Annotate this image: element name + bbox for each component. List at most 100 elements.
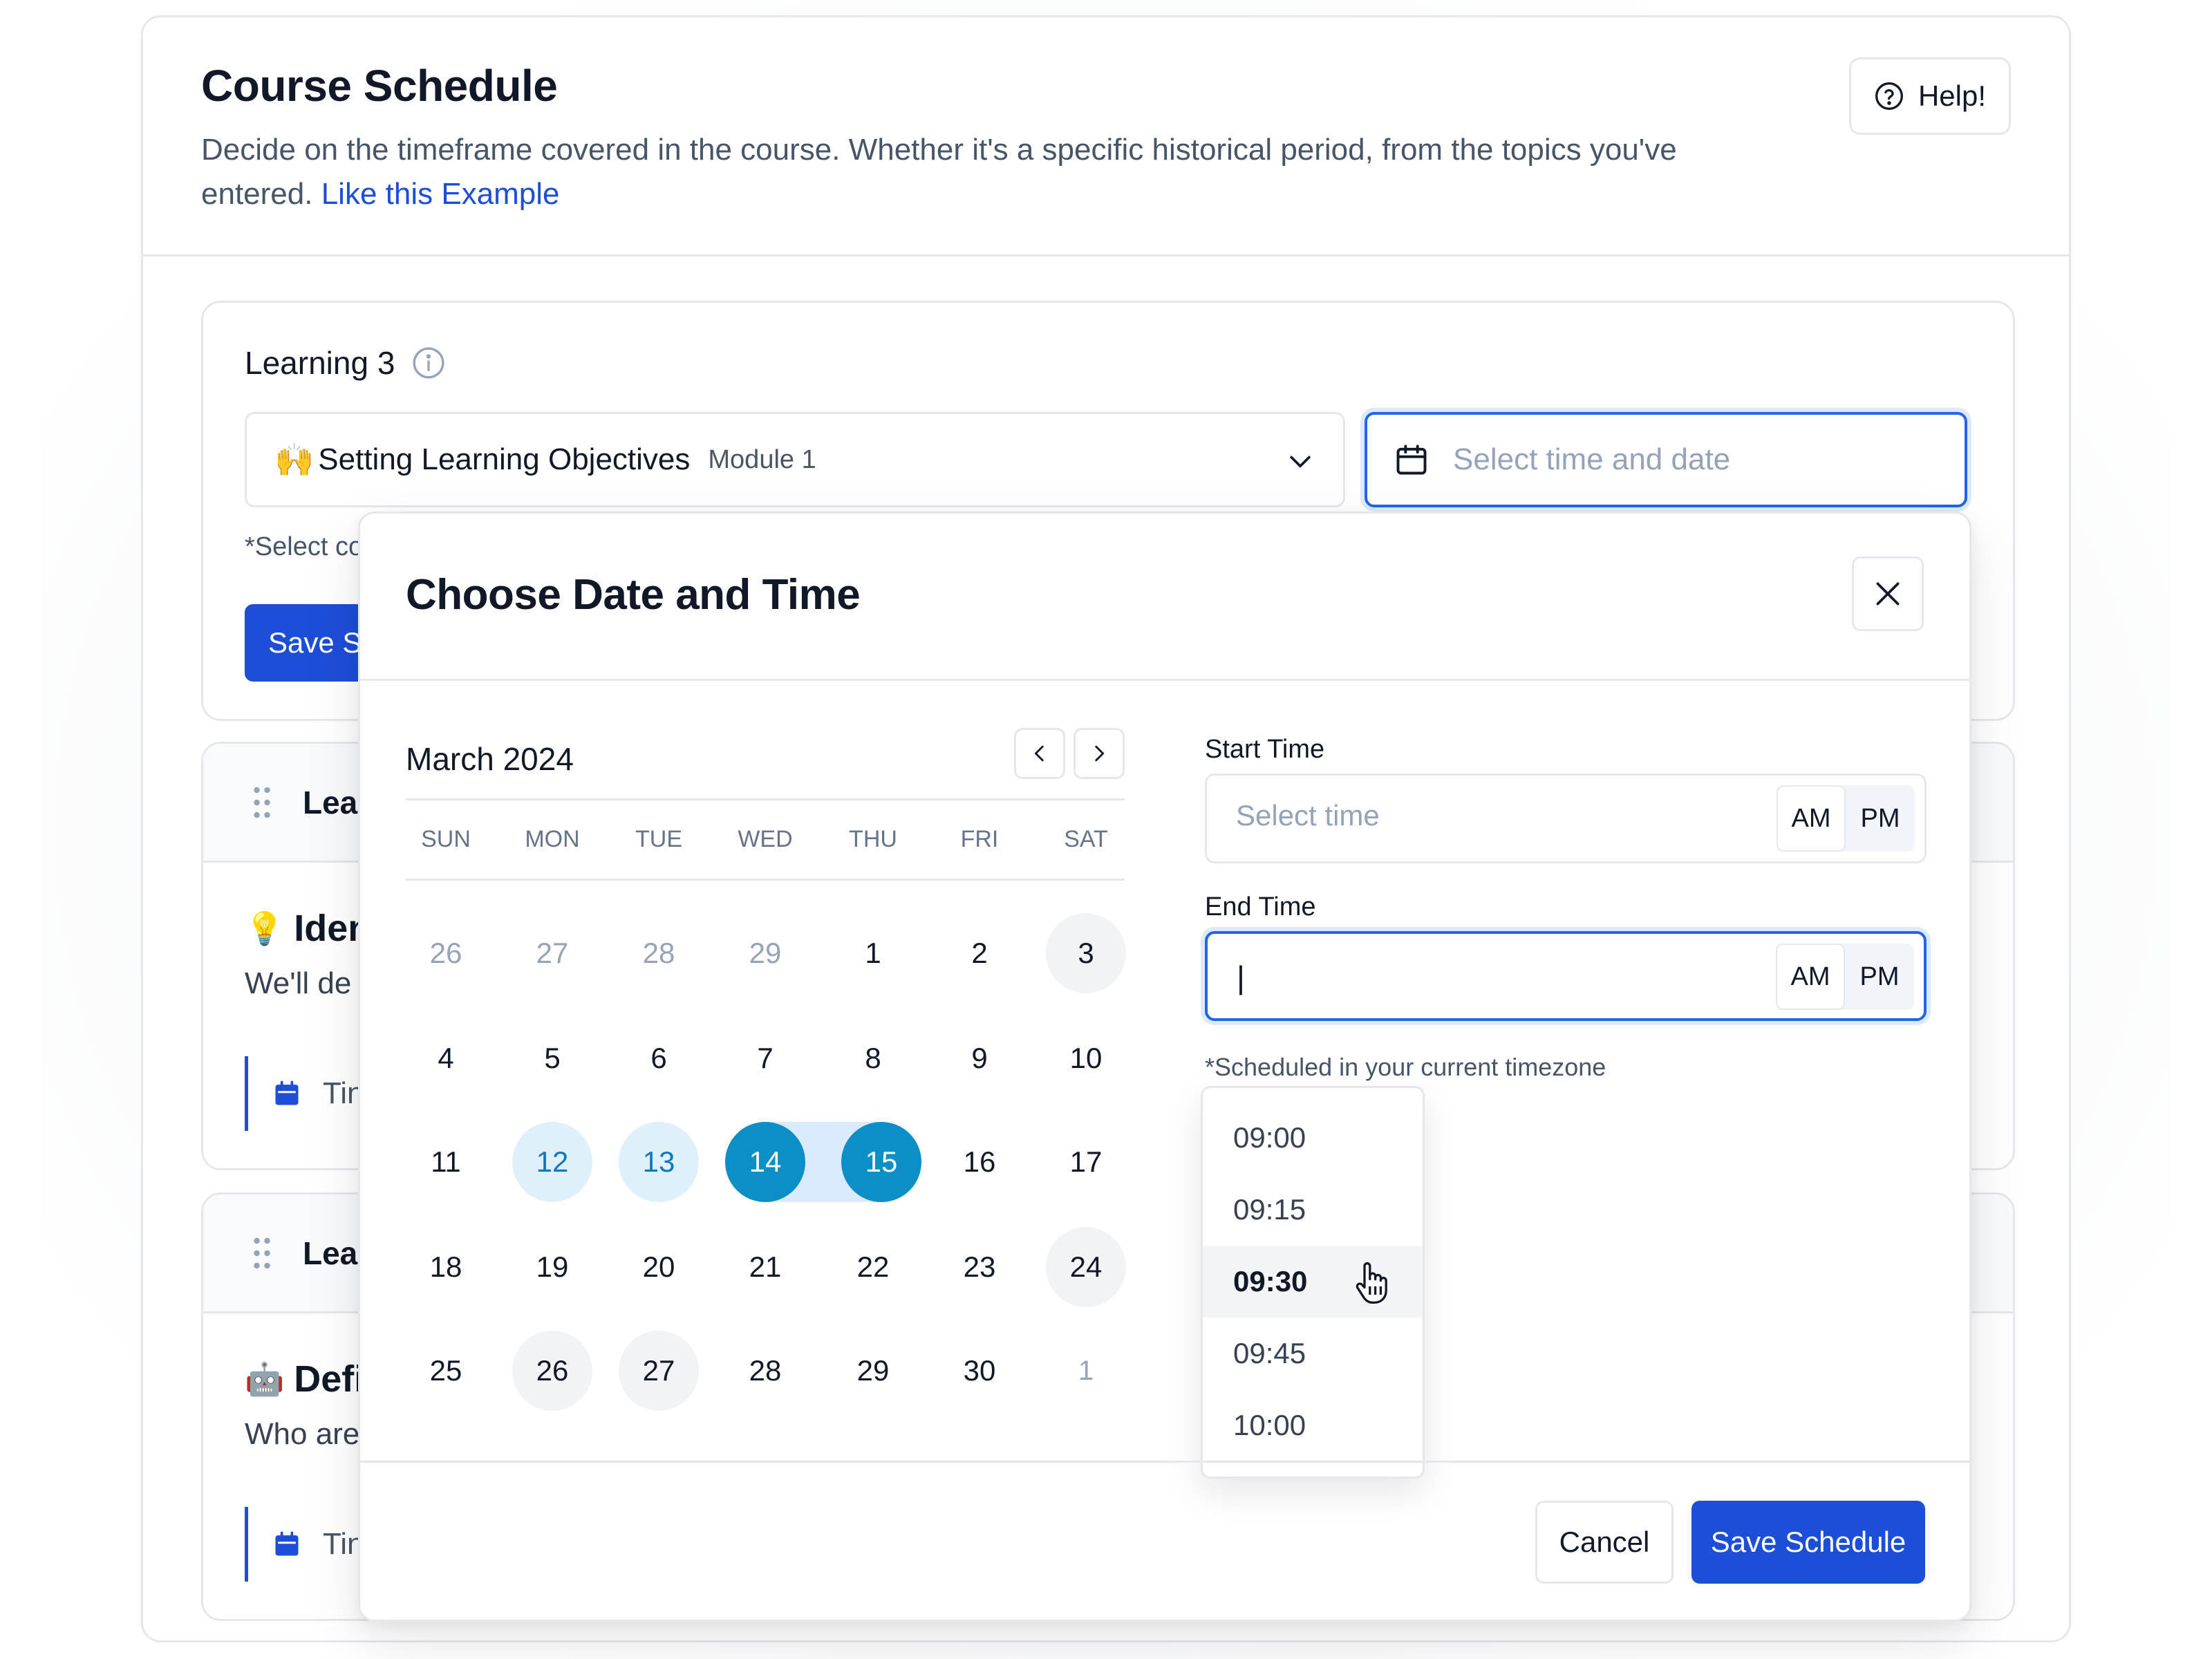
end-time-label: End Time <box>1205 892 1316 921</box>
modal-footer-divider <box>360 1461 1969 1463</box>
calendar-day[interactable]: 28 <box>619 913 699 993</box>
cancel-button[interactable]: Cancel <box>1535 1501 1674 1584</box>
section-header-label: Lea <box>303 784 358 821</box>
save-schedule-button[interactable]: Save Schedule <box>1691 1501 1925 1584</box>
section-title-text: Defi <box>294 1358 365 1400</box>
calendar-day[interactable]: 24 <box>1046 1227 1126 1307</box>
learning-title: Learning 3 <box>245 345 395 381</box>
time-option-hovered[interactable]: 09:30 <box>1203 1246 1423 1318</box>
pm-option[interactable]: PM <box>1845 944 1914 1010</box>
calendar-day[interactable]: 22 <box>833 1227 913 1307</box>
chevron-right-icon <box>1095 745 1105 762</box>
help-button[interactable]: Help! <box>1849 57 2011 135</box>
calendar-day[interactable]: 7 <box>725 1018 805 1098</box>
am-option[interactable]: AM <box>1777 785 1846 852</box>
calendar-day-selected[interactable]: 15 <box>841 1122 921 1202</box>
module-select[interactable]: 🙌 Setting Learning Objectives Module 1 <box>245 412 1345 507</box>
page-description: Decide on the timeframe covered in the c… <box>201 128 1791 216</box>
calendar-day[interactable]: 27 <box>512 913 592 993</box>
calendar-day[interactable]: 20 <box>619 1227 699 1307</box>
chevron-left-icon <box>1034 745 1044 762</box>
time-option[interactable]: 09:00 <box>1203 1102 1423 1174</box>
calendar-day[interactable]: 28 <box>725 1331 805 1411</box>
calendar-day[interactable]: 17 <box>1046 1122 1126 1202</box>
drag-handle-icon[interactable] <box>252 1236 272 1271</box>
page-title: Course Schedule <box>201 61 558 111</box>
calendar-day[interactable]: 5 <box>512 1018 592 1098</box>
calendar-day[interactable]: 9 <box>939 1018 1020 1098</box>
calendar-day[interactable]: 29 <box>725 913 805 993</box>
start-time-placeholder: Select time <box>1236 799 1380 832</box>
calendar-day[interactable]: 3 <box>1046 913 1126 993</box>
pm-option[interactable]: PM <box>1846 785 1915 852</box>
help-label: Help! <box>1918 79 1987 112</box>
end-time-input[interactable]: | AM PM <box>1205 931 1927 1021</box>
calendar-day[interactable]: 21 <box>725 1227 805 1307</box>
start-ampm-toggle: AM PM <box>1777 785 1915 852</box>
calendar-day[interactable]: 4 <box>406 1018 486 1098</box>
am-option[interactable]: AM <box>1776 944 1845 1010</box>
section-header-label: Lea <box>303 1235 358 1271</box>
weekday-label: TUE <box>635 826 682 852</box>
calendar-icon <box>275 1080 299 1105</box>
time-option[interactable]: 09:15 <box>1203 1174 1423 1246</box>
calendar-day[interactable]: 16 <box>939 1122 1020 1202</box>
start-time-label: Start Time <box>1205 735 1325 764</box>
weekday-label: SAT <box>1064 826 1108 852</box>
module-name: Setting Learning Objectives <box>318 442 691 476</box>
calendar-day[interactable]: 11 <box>406 1122 486 1202</box>
calendar-day[interactable]: 18 <box>406 1227 486 1307</box>
end-ampm-toggle: AM PM <box>1776 944 1914 1010</box>
date-time-input[interactable]: Select time and date <box>1365 412 1967 507</box>
calendar-icon <box>1396 444 1427 475</box>
weekday-label: THU <box>849 826 897 852</box>
section-description: We'll de <box>245 966 352 1000</box>
modal-title: Choose Date and Time <box>406 571 861 619</box>
time-option[interactable]: 09:45 <box>1203 1318 1423 1389</box>
next-month-button[interactable] <box>1074 728 1125 779</box>
calendar-icon <box>275 1531 299 1556</box>
drag-handle-icon[interactable] <box>252 785 272 820</box>
calendar-day[interactable]: 30 <box>939 1331 1020 1411</box>
date-time-placeholder: Select time and date <box>1453 442 1731 476</box>
modal-header: Choose Date and Time <box>360 514 1969 681</box>
calendar-day[interactable]: 10 <box>1046 1018 1126 1098</box>
calendar-day[interactable]: 25 <box>406 1331 486 1411</box>
calendar-day[interactable]: 19 <box>512 1227 592 1307</box>
calendar-day[interactable]: 26 <box>512 1331 592 1411</box>
calendar-day[interactable]: 29 <box>833 1331 913 1411</box>
robot-icon: 🤖 <box>245 1360 285 1397</box>
calendar-day[interactable]: 1 <box>1046 1331 1126 1411</box>
timezone-note: *Scheduled in your current timezone <box>1205 1053 1606 1081</box>
calendar-day[interactable]: 13 <box>619 1122 699 1202</box>
example-link[interactable]: Like this Example <box>321 177 560 211</box>
calendar-day[interactable]: 12 <box>512 1122 592 1202</box>
prev-month-button[interactable] <box>1014 728 1065 779</box>
text-caret: | <box>1237 959 1245 995</box>
calendar-day[interactable]: 23 <box>939 1227 1020 1307</box>
weekday-label: FRI <box>960 826 999 852</box>
learning-label: Learning 3 <box>245 344 446 382</box>
date-time-modal: Choose Date and Time March 2024 SUN MON TU… <box>358 512 1971 1622</box>
section-title: 🤖 Defi <box>245 1358 364 1400</box>
weekday-label: SUN <box>421 826 471 852</box>
close-button[interactable] <box>1852 556 1924 631</box>
help-circle-icon <box>1875 82 1903 110</box>
calendar-day[interactable]: 2 <box>939 913 1020 993</box>
calendar-month: March 2024 <box>406 741 574 777</box>
calendar-day-selected[interactable]: 14 <box>725 1122 805 1202</box>
calendar-divider <box>406 879 1125 881</box>
section-title: 💡 Iden <box>245 907 371 950</box>
time-option[interactable]: 10:00 <box>1203 1389 1423 1461</box>
calendar-day[interactable]: 8 <box>833 1018 913 1098</box>
info-icon[interactable] <box>411 346 446 380</box>
start-time-input[interactable]: Select time AM PM <box>1205 774 1927 863</box>
calendar-day[interactable]: 27 <box>619 1331 699 1411</box>
raised-hands-icon: 🙌 <box>274 441 315 478</box>
select-hint: *Select co <box>245 532 364 561</box>
weekday-label: MON <box>525 826 580 852</box>
calendar-divider <box>406 798 1125 800</box>
calendar-day[interactable]: 6 <box>619 1018 699 1098</box>
calendar-day[interactable]: 26 <box>406 913 486 993</box>
calendar-day[interactable]: 1 <box>833 913 913 993</box>
